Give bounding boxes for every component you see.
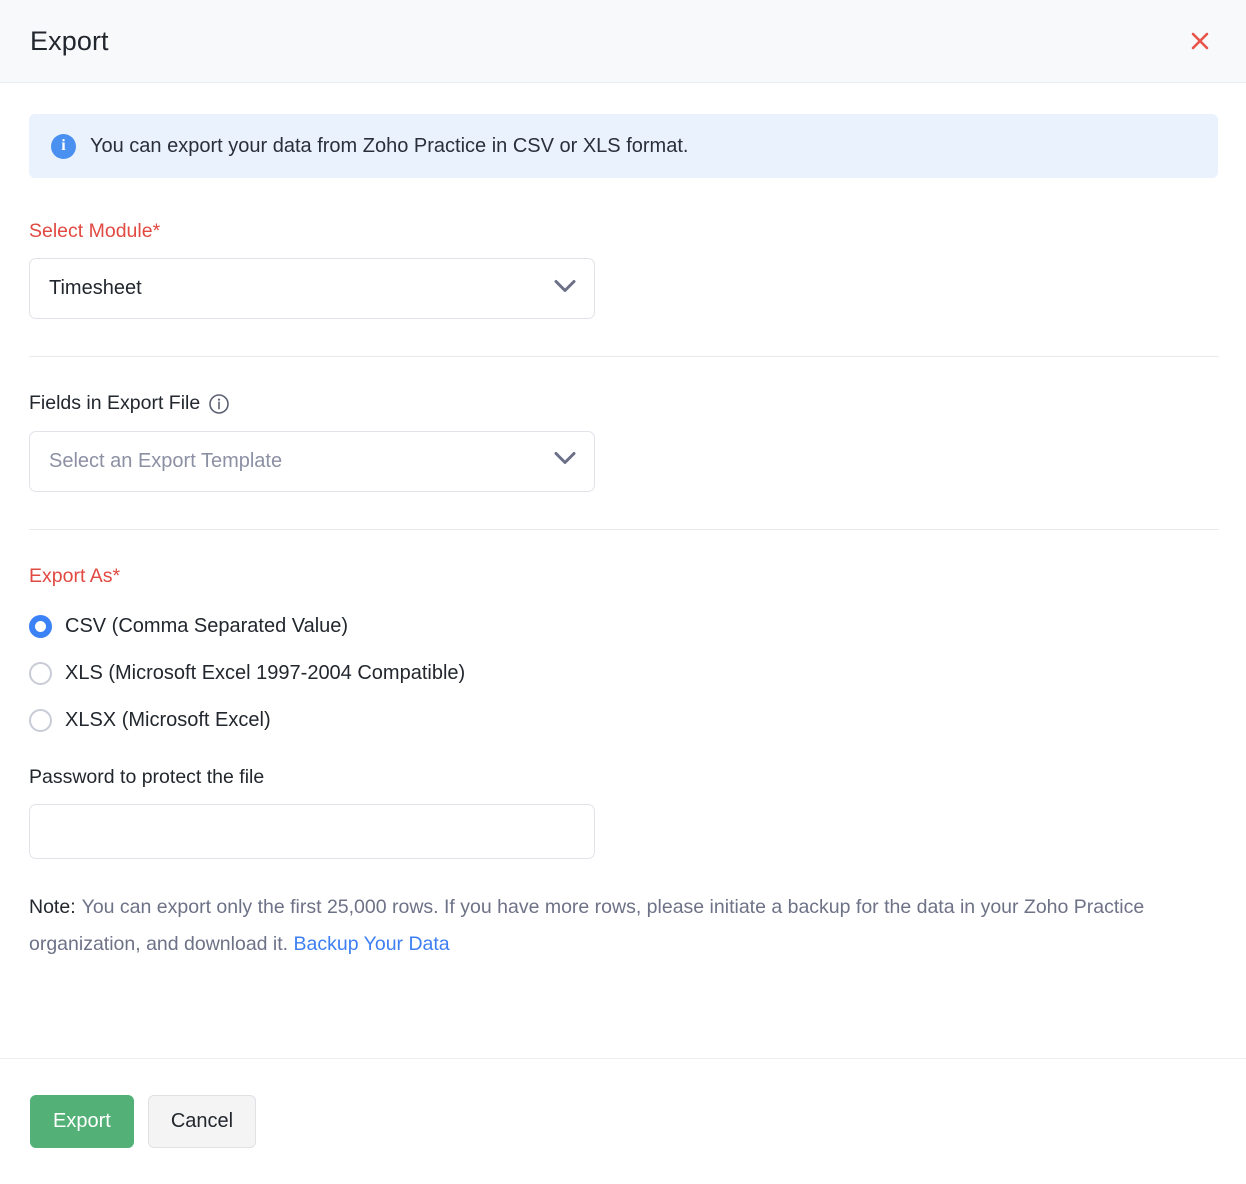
fields-in-export-file-label: Fields in Export File <box>29 392 1218 415</box>
info-banner-message: You can export your data from Zoho Pract… <box>90 135 689 157</box>
backup-your-data-link[interactable]: Backup Your Data <box>294 933 450 955</box>
radio-indicator-csv <box>29 615 52 639</box>
radio-label-xls: XLS (Microsoft Excel 1997-2004 Compatibl… <box>65 662 466 685</box>
note-text: Note: You can export only the first 25,00… <box>29 889 1189 963</box>
info-circle-outline-icon[interactable] <box>208 393 230 415</box>
page-title: Export <box>30 25 109 56</box>
chevron-down-icon <box>554 452 576 471</box>
note-label: Note: <box>29 896 76 919</box>
fields-in-export-file-label-text: Fields in Export File <box>29 392 201 415</box>
password-input[interactable] <box>29 804 595 860</box>
export-as-label: Export As* <box>29 564 121 587</box>
radio-option-csv[interactable]: CSV (Comma Separated Value) <box>29 603 1218 650</box>
export-button[interactable]: Export <box>30 1095 134 1148</box>
select-module-label: Select Module* <box>29 220 161 242</box>
select-module-field-group: Select Module* Timesheet <box>29 220 1218 320</box>
export-template-placeholder: Select an Export Template <box>49 449 283 472</box>
section-divider-2 <box>29 528 1219 530</box>
select-module-value: Timesheet <box>49 277 142 300</box>
chevron-down-icon <box>554 279 576 298</box>
password-field-group: Password to protect the file <box>29 766 1218 860</box>
info-banner: i You can export your data from Zoho Pra… <box>29 114 1218 178</box>
export-template-dropdown[interactable]: Select an Export Template <box>29 430 595 492</box>
note-body: You can export only the first 25,000 row… <box>29 896 1145 956</box>
close-icon <box>1187 28 1213 54</box>
radio-indicator-xlsx <box>29 709 52 733</box>
radio-label-xlsx: XLSX (Microsoft Excel) <box>65 709 271 732</box>
radio-option-xlsx[interactable]: XLSX (Microsoft Excel) <box>29 697 1218 744</box>
export-as-radio-list: CSV (Comma Separated Value) XLS (Microso… <box>29 603 1218 744</box>
fields-in-export-file-group: Fields in Export File Select an Export T… <box>29 392 1218 492</box>
radio-label-csv: CSV (Comma Separated Value) <box>65 615 349 638</box>
modal-body: i You can export your data from Zoho Pra… <box>0 83 1246 1058</box>
section-divider-1 <box>29 356 1219 358</box>
cancel-button[interactable]: Cancel <box>147 1095 257 1148</box>
export-as-group: Export As* CSV (Comma Separated Value) X… <box>29 565 1218 744</box>
radio-indicator-xls <box>29 662 52 686</box>
info-circle-filled-icon: i <box>51 133 76 159</box>
modal-header: Export <box>0 0 1246 83</box>
modal-footer: Export Cancel <box>0 1058 1246 1184</box>
select-module-dropdown[interactable]: Timesheet <box>29 258 595 320</box>
close-button[interactable] <box>1180 21 1220 61</box>
password-label: Password to protect the file <box>29 766 265 789</box>
radio-option-xls[interactable]: XLS (Microsoft Excel 1997-2004 Compatibl… <box>29 650 1218 697</box>
